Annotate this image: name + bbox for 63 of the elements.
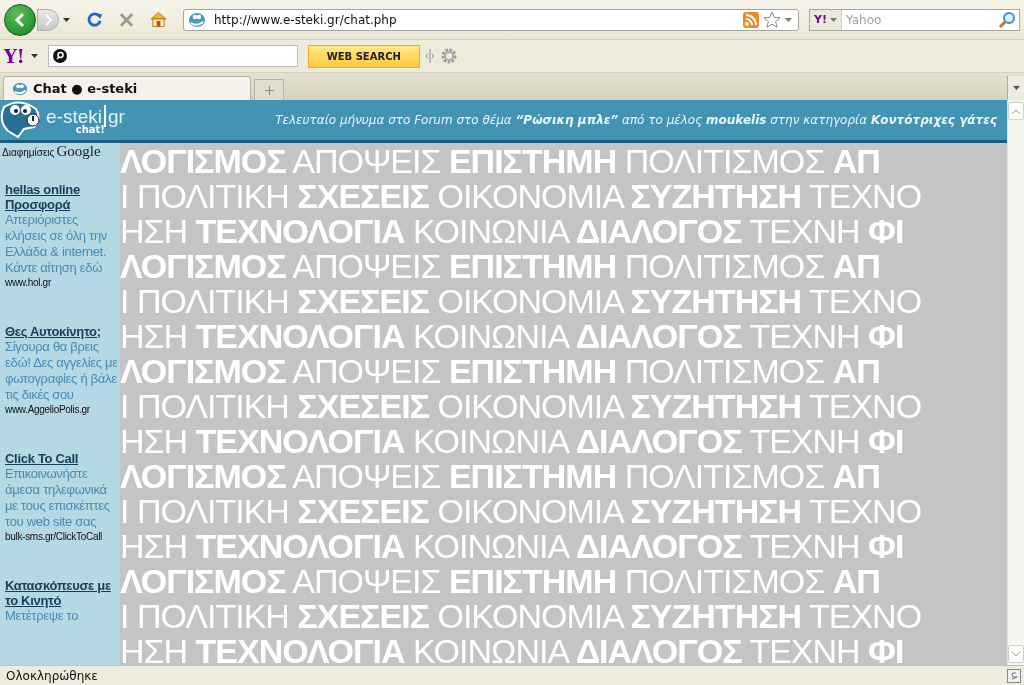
plus-icon [264,85,274,95]
search-icon [52,49,67,63]
background-pattern-text: Ι ΠΟΛΙΤΙΚΗ ΣΧΕΣΕΙΣ ΟΙΚΟΝΟΜΙΑ ΣΥΖΗΤΗΣΗ ΤΕΧΝΟ [120,284,923,319]
ad-text: Σίγουρα θα βρεις εδώ! Δες αγγελίες με φωτογραφίες ή βάλε τις δικές σου [5,339,118,403]
background-pattern-text: Ι ΠΟΛΙΤΙΚΗ ΣΧΕΣΕΙΣ ΟΙΚΟΝΟΜΙΑ ΣΥΖΗΤΗΣΗ ΤΕΧΝΟ [120,179,923,214]
dropdown-icon [830,17,837,22]
rss-icon[interactable] [743,11,759,28]
back-button[interactable] [4,3,36,36]
ads-brand: Google [56,143,101,160]
star-icon[interactable] [763,11,781,28]
background-pattern-text: Ι ΠΟΛΙΤΙΚΗ ΣΧΕΣΕΙΣ ΟΙΚΟΝΟΜΙΑ ΣΥΖΗΤΗΣΗ ΤΕΧΝΟ [120,494,923,529]
background-pattern-text: ΛΟΓΙΣΜΟΣ ΑΠΟΨΕΙΣ ΕΠΙΣΤΗΜΗ ΠΟΛΙΤΙΣΜΟΣ ΑΠ [120,144,881,179]
history-dropdown-icon[interactable] [63,17,70,22]
ad-url: www.hol.gr [5,276,52,290]
background-pattern-text: ΗΣΗ ΤΕΧΝΟΛΟΓΙΑ ΚΟΙΝΩΝΙΑ ΔΙΑΛΟΓΟΣ ΤΕΧΝΗ ΦΙ [120,424,905,459]
stop-icon[interactable] [118,11,135,28]
web-search-button[interactable]: WEB SEARCH [307,44,420,68]
ad-title-link[interactable]: hellas online Προσφορά [5,182,118,212]
resize-handle-icon[interactable] [425,48,434,64]
background-pattern-text: ΗΣΗ ΤΕΧΝΟΛΟΓΙΑ ΚΟΙΝΩΝΙΑ ΔΙΑΛΟΓΟΣ ΤΕΧΝΗ ΦΙ [120,529,905,564]
ad-url: www.AggelioPolis.gr [5,403,91,417]
ad-url: bulk-sms.gr/ClickToCall [5,530,103,544]
dropdown-icon[interactable] [30,54,38,58]
new-tab-button[interactable] [254,79,284,100]
background-pattern-text: Ι ΠΟΛΙΤΙΚΗ ΣΧΕΣΕΙΣ ΟΙΚΟΝΟΜΙΑ ΣΥΖΗΤΗΣΗ ΤΕΧΝΟ [120,389,923,424]
ad-title-link[interactable]: Θες Αυτοκίνητο; [5,324,118,339]
ad-title-link[interactable]: Κατασκόπευσε με το Κινητό [5,578,118,608]
settings-icon[interactable] [439,47,458,65]
site-favicon [188,10,206,29]
background-pattern-text: ΛΟΓΙΣΜΟΣ ΑΠΟΨΕΙΣ ΕΠΙΣΤΗΜΗ ΠΟΛΙΤΙΣΜΟΣ ΑΠ [120,354,881,389]
scrollbar[interactable] [1007,100,1024,665]
scroll-down-button[interactable] [1008,645,1024,663]
logo-subtitle: chat! [75,124,105,135]
ads-label: Διαφημίσεις [2,147,55,158]
search-icon[interactable] [998,10,1016,29]
ad-title-link[interactable]: Click To Call [5,451,118,466]
logo-domain: gr [107,106,125,126]
reload-icon[interactable] [86,10,103,29]
background-pattern-text: ΛΟΓΙΣΜΟΣ ΑΠΟΨΕΙΣ ΕΠΙΣΤΗΜΗ ΠΟΛΙΤΙΣΜΟΣ ΑΠ [120,564,881,599]
status-text: Ολοκληρώθηκε [6,668,98,683]
background-pattern-text: ΗΣΗ ΤΕΧΝΟΛΟΓΙΑ ΚΟΙΝΩΝΙΑ ΔΙΑΛΟΓΟΣ ΤΕΧΝΗ ΦΙ [120,634,905,665]
home-icon[interactable] [150,11,167,28]
site-favicon [12,80,28,97]
ad-text: Επικοινωνήστε άμεσα τηλεφωνικά με τους επισκέπτες του web site σας [5,466,111,530]
background-pattern-text: ΗΣΗ ΤΕΧΝΟΛΟΓΙΑ ΚΟΙΝΩΝΙΑ ΔΙΑΛΟΓΟΣ ΤΕΧΝΗ ΦΙ [120,214,905,249]
logo-text: e-steki [46,106,102,126]
browser-tab[interactable]: Chat ● e-steki [3,76,251,100]
background-pattern-text: ΛΟΓΙΣΜΟΣ ΑΠΟΨΕΙΣ ΕΠΙΣΤΗΜΗ ΠΟΛΙΤΙΣΜΟΣ ΑΠ [120,459,881,494]
toolbar-search-field[interactable] [47,45,298,67]
search-field[interactable]: Y! Yahoo [809,8,1020,31]
dropdown-icon [1012,86,1020,90]
toolbar-logo[interactable]: Y! [4,45,25,67]
status-icon [1007,668,1021,683]
ad-text: Μετέτρεψε το [5,608,80,624]
background-pattern-text: Ι ΠΟΛΙΤΙΚΗ ΣΧΕΣΕΙΣ ΟΙΚΟΝΟΜΙΑ ΣΥΖΗΤΗΣΗ ΤΕΧΝΟ [120,599,923,634]
background-pattern-text: ΛΟΓΙΣΜΟΣ ΑΠΟΨΕΙΣ ΕΠΙΣΤΗΜΗ ΠΟΛΙΤΙΣΜΟΣ ΑΠ [120,249,881,284]
background-pattern-text: ΗΣΗ ΤΕΧΝΟΛΟΓΙΑ ΚΟΙΝΩΝΙΑ ΔΙΑΛΟΓΟΣ ΤΕΧΝΗ ΦΙ [120,319,905,354]
address-bar[interactable]: http://www.e-steki.gr/chat.php [183,8,799,31]
latest-post-notice: Τελευταίο μήνυμα στο Forum στο θέμα “Ρώσικη μπλε” από το μέλος moukelis στην κατηγορία Κοντότριχες γάτες [275,113,997,127]
scroll-up-button[interactable] [1008,102,1024,120]
search-engine-selector[interactable]: Y! [810,9,842,30]
tab-list-button[interactable] [1007,76,1024,100]
ad-text: Απεριόριστες κλήσεις σε όλη την Ελλάδα & internet. Κάντε αίτηση εδώ [5,212,109,276]
